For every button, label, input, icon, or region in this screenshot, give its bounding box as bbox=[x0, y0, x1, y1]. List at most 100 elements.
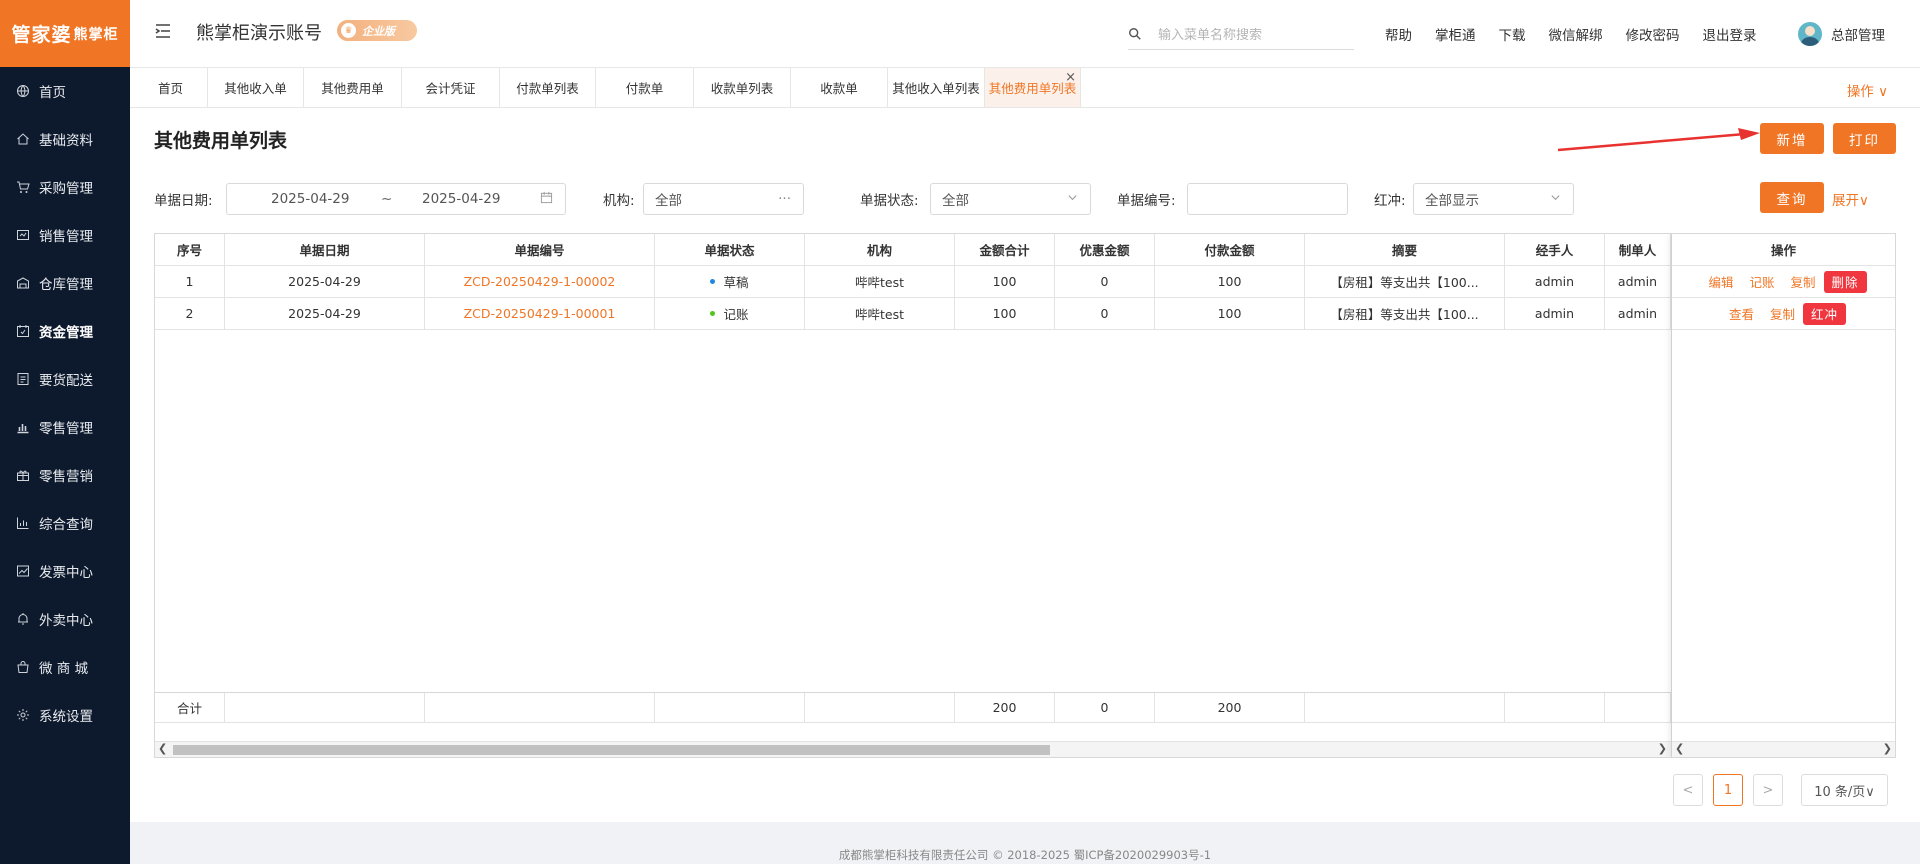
prev-page-button[interactable]: < bbox=[1673, 774, 1703, 806]
sidebar-item-8[interactable]: 零售营销 bbox=[0, 451, 130, 499]
query-button[interactable]: 查询 bbox=[1760, 182, 1824, 213]
table-cell: 1 bbox=[155, 266, 225, 298]
print-button[interactable]: 打印 bbox=[1833, 123, 1896, 154]
row-action-link[interactable]: 记账 bbox=[1749, 272, 1774, 291]
chevron-down-icon bbox=[1067, 191, 1078, 207]
header-link-3[interactable]: 微信解绑 bbox=[1549, 24, 1603, 44]
date-from: 2025-04-29 bbox=[271, 191, 350, 207]
sidebar-item-12[interactable]: 微 商 城 bbox=[0, 643, 130, 691]
page-tabs: 操作 ∨ 首页 其他收入单 其他费用单 会计凭证 付款单列表 付款单 收款单列表 收款单 其他收… bbox=[130, 68, 1920, 108]
cell-text: admin bbox=[1534, 306, 1575, 321]
tab-label: 付款单列表 bbox=[516, 81, 579, 96]
tab-label: 其他收入单列表 bbox=[892, 81, 980, 96]
totals-cell: 200 bbox=[1155, 693, 1305, 723]
tabs-operations-menu[interactable]: 操作 ∨ bbox=[1847, 80, 1888, 100]
scroll-right-icon[interactable]: ❯ bbox=[1658, 742, 1667, 755]
menu-search-input[interactable] bbox=[1158, 28, 1348, 43]
footer-copyright: 成都熊掌柜科技有限责任公司 © 2018-2025 蜀ICP备202002990… bbox=[838, 848, 1212, 862]
sidebar-item-7[interactable]: 零售管理 bbox=[0, 403, 130, 451]
document-number-link[interactable]: ZCD-20250429-1-00002 bbox=[464, 274, 616, 289]
redflush-select[interactable]: 全部显示 bbox=[1413, 183, 1574, 215]
header-link-2[interactable]: 下载 bbox=[1499, 24, 1526, 44]
column-header: 金额合计 bbox=[955, 234, 1055, 266]
column-header-label: 摘要 bbox=[1391, 243, 1417, 258]
sidebar-item-5[interactable]: 资金管理 bbox=[0, 307, 130, 355]
tab-6[interactable]: 收款单列表 bbox=[694, 68, 791, 107]
tab-4[interactable]: 付款单列表 bbox=[500, 68, 596, 107]
cell-text: 【房租】等支出共【100... bbox=[1330, 275, 1479, 290]
delete-button[interactable]: 删除 bbox=[1823, 270, 1867, 293]
expand-filters-link[interactable]: 展开∨ bbox=[1832, 189, 1869, 209]
row-action-link[interactable]: 复制 bbox=[1791, 272, 1816, 291]
bell-icon bbox=[16, 612, 30, 626]
tab-8[interactable]: 其他收入单列表 bbox=[888, 68, 985, 107]
table-cell[interactable]: ZCD-20250429-1-00001 bbox=[425, 298, 655, 330]
document-number-link[interactable]: ZCD-20250429-1-00001 bbox=[464, 306, 616, 321]
header-link-5[interactable]: 退出登录 bbox=[1703, 24, 1757, 44]
sidebar-item-9[interactable]: 综合查询 bbox=[0, 499, 130, 547]
sidebar-item-label: 采购管理 bbox=[39, 181, 93, 197]
expense-table: 序号 单据日期 单据编号 单据状态 机构 金额合计 优惠金额 付款金额 摘要 经手人 制单人 1 202… bbox=[154, 233, 1896, 758]
globe-icon bbox=[16, 84, 30, 98]
scroll-thumb[interactable] bbox=[173, 745, 1050, 755]
sidebar-item-2[interactable]: 采购管理 bbox=[0, 163, 130, 211]
tab-7[interactable]: 收款单 bbox=[791, 68, 888, 107]
totals-cell: 0 bbox=[1055, 693, 1155, 723]
scroll-left-icon[interactable]: ❮ bbox=[1675, 742, 1684, 755]
empty-space bbox=[224, 330, 225, 692]
redflush-filter-label: 红冲: bbox=[1374, 193, 1406, 209]
sidebar-item-4[interactable]: 仓库管理 bbox=[0, 259, 130, 307]
header-link-0[interactable]: 帮助 bbox=[1385, 24, 1412, 44]
logo-subtext: 熊掌柜 bbox=[73, 26, 119, 43]
footer: 成都熊掌柜科技有限责任公司 © 2018-2025 蜀ICP备202002990… bbox=[130, 822, 1920, 864]
table-cell: 2 bbox=[155, 298, 225, 330]
row-action-link[interactable]: 查看 bbox=[1729, 304, 1754, 323]
tab-label: 其他收入单 bbox=[224, 81, 287, 96]
header-link-4[interactable]: 修改密码 bbox=[1626, 24, 1680, 44]
shop-icon bbox=[16, 660, 30, 674]
scroll-right-icon[interactable]: ❯ bbox=[1883, 742, 1892, 755]
column-header: 摘要 bbox=[1305, 234, 1505, 266]
status-value: 全部 bbox=[942, 193, 969, 209]
horizontal-scrollbar[interactable]: ❮ ❯ bbox=[155, 741, 1671, 757]
table-cell[interactable]: ZCD-20250429-1-00002 bbox=[425, 266, 655, 298]
scroll-left-icon[interactable]: ❮ bbox=[158, 742, 167, 755]
redflush-button[interactable]: 红冲 bbox=[1803, 302, 1847, 325]
row-action-link[interactable]: 复制 bbox=[1770, 304, 1795, 323]
sidebar-item-1[interactable]: 基础资料 bbox=[0, 115, 130, 163]
tab-5[interactable]: 付款单 bbox=[596, 68, 694, 107]
date-range-picker[interactable]: 2025-04-29 ~ 2025-04-29 bbox=[226, 183, 566, 215]
status-dot-icon bbox=[710, 279, 716, 284]
sidebar-item-11[interactable]: 外卖中心 bbox=[0, 595, 130, 643]
tab-3[interactable]: 会计凭证 bbox=[402, 68, 500, 107]
close-icon[interactable]: × bbox=[1065, 70, 1076, 85]
tab-9[interactable]: 其他费用单列表 × bbox=[985, 68, 1081, 107]
tab-1[interactable]: 其他收入单 bbox=[208, 68, 304, 107]
next-page-button[interactable]: > bbox=[1753, 774, 1783, 806]
search-icon[interactable] bbox=[1128, 27, 1144, 45]
brand-logo[interactable]: 管家婆 熊掌柜 bbox=[0, 0, 130, 67]
menu-search bbox=[1128, 22, 1354, 50]
status-select[interactable]: 全部 bbox=[930, 183, 1091, 215]
header-link-1[interactable]: 掌柜通 bbox=[1435, 24, 1476, 44]
row-actions: 编辑 记账 复制 删除 bbox=[1700, 270, 1867, 293]
sidebar-item-0[interactable]: 首页 bbox=[0, 67, 130, 115]
column-header-label: 制单人 bbox=[1618, 243, 1657, 258]
sidebar-item-3[interactable]: 销售管理 bbox=[0, 211, 130, 259]
page-size-select[interactable]: 10 条/页∨ bbox=[1801, 774, 1888, 806]
number-input[interactable] bbox=[1187, 183, 1348, 215]
menu-toggle-icon[interactable] bbox=[154, 22, 172, 40]
page-number-button[interactable]: 1 bbox=[1713, 774, 1743, 806]
org-select[interactable]: 全部 ··· bbox=[643, 183, 804, 215]
row-action-link[interactable]: 编辑 bbox=[1708, 272, 1733, 291]
table-cell: 100 bbox=[955, 266, 1055, 298]
tab-0[interactable]: 首页 bbox=[134, 68, 208, 107]
tab-2[interactable]: 其他费用单 bbox=[304, 68, 402, 107]
crown-icon: ♛ bbox=[341, 23, 356, 38]
sidebar-item-10[interactable]: 发票中心 bbox=[0, 547, 130, 595]
sidebar-item-13[interactable]: 系统设置 bbox=[0, 691, 130, 739]
fixed-column-scrollbar[interactable]: ❮ ❯ bbox=[1672, 741, 1895, 757]
column-header: 制单人 bbox=[1605, 234, 1671, 266]
user-menu[interactable]: 总部管理 bbox=[1798, 22, 1885, 46]
sidebar-item-6[interactable]: 要货配送 bbox=[0, 355, 130, 403]
